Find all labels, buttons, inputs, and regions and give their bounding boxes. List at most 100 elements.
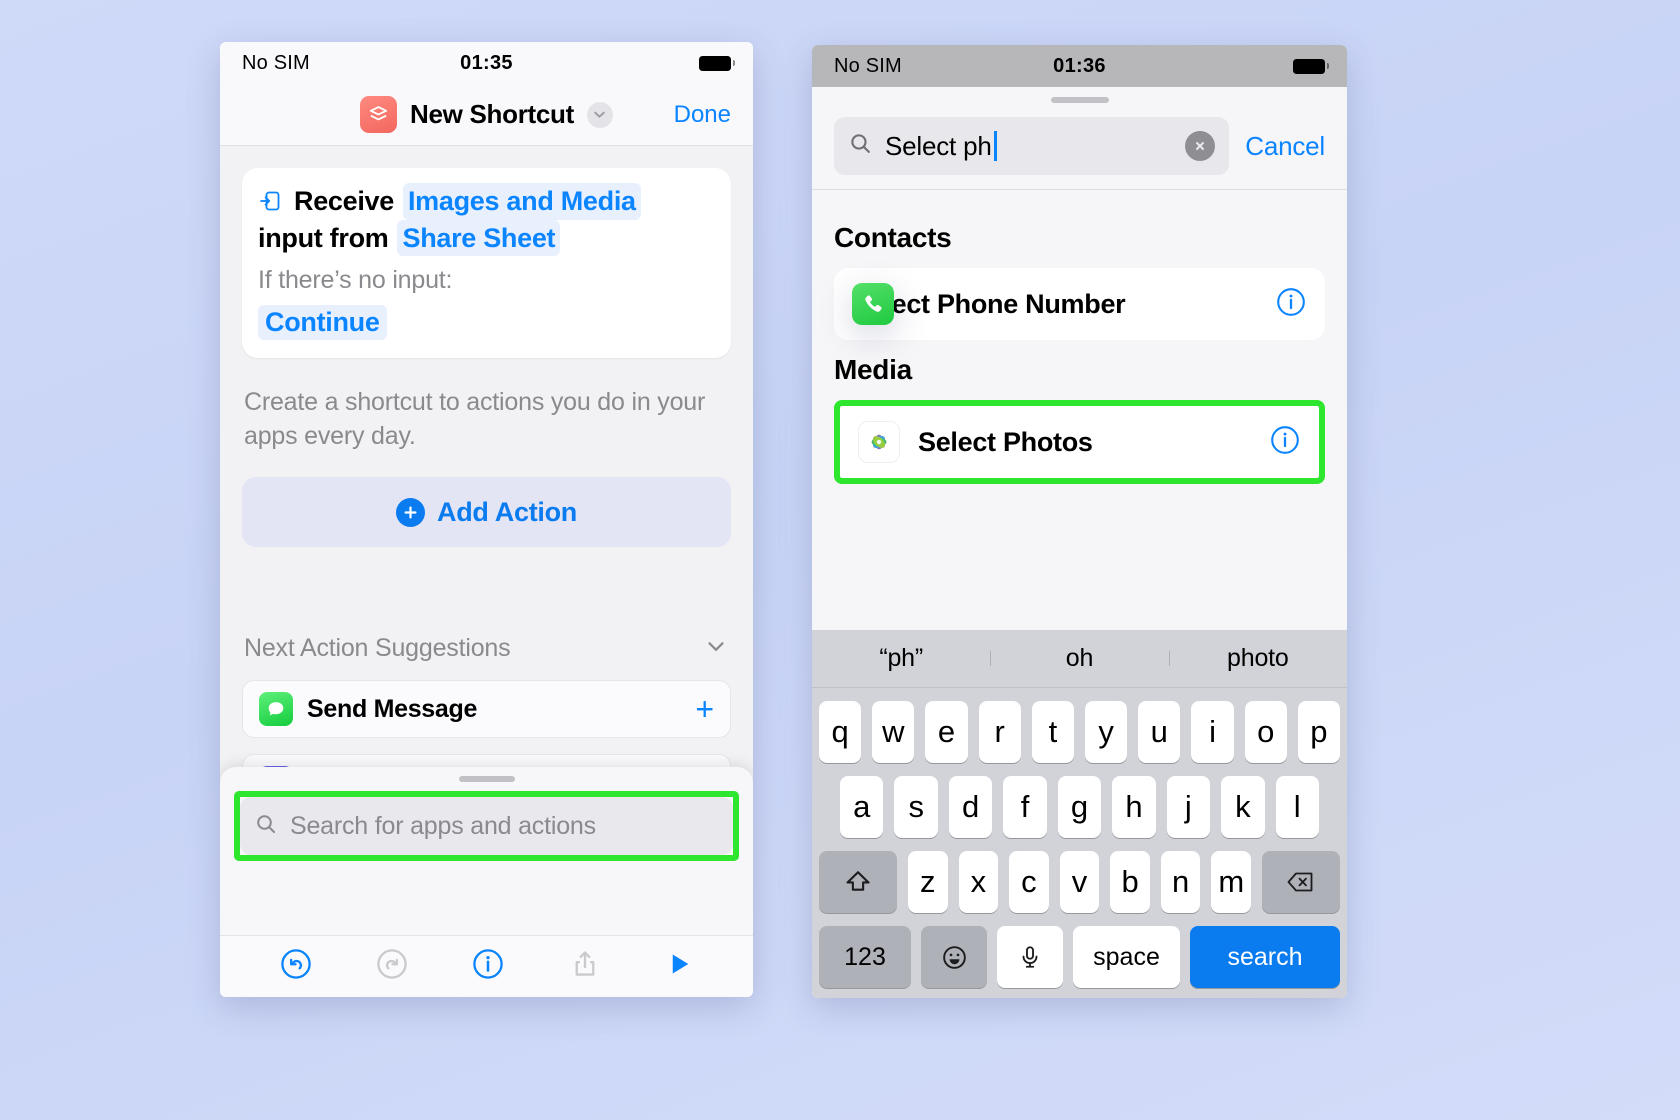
play-icon[interactable]: [664, 949, 694, 984]
key-k[interactable]: k: [1221, 776, 1265, 838]
search-row: Select ph Cancel: [812, 103, 1347, 189]
key-g[interactable]: g: [1057, 776, 1102, 838]
results-section-header-contacts: Contacts: [834, 222, 952, 253]
action-source-token[interactable]: Share Sheet: [397, 219, 561, 257]
keyboard-row-2: a s d f g h j k l: [812, 776, 1347, 838]
keyboard-suggestion-bar: “ph” oh photo: [812, 630, 1347, 688]
results-section-header-media: Media: [834, 354, 912, 385]
chevron-down-icon[interactable]: [586, 101, 613, 128]
phone-app-icon: [852, 283, 894, 325]
key-x[interactable]: x: [958, 851, 999, 913]
key-a[interactable]: a: [840, 776, 884, 838]
key-y[interactable]: y: [1085, 701, 1128, 763]
key-i[interactable]: i: [1191, 701, 1234, 763]
key-n[interactable]: n: [1160, 851, 1201, 913]
status-right-cluster: [699, 55, 735, 71]
share-icon: [568, 947, 602, 986]
done-button[interactable]: Done: [674, 101, 731, 129]
key-o[interactable]: o: [1244, 701, 1287, 763]
search-icon: [254, 812, 278, 841]
key-u[interactable]: u: [1138, 701, 1181, 763]
info-icon[interactable]: [471, 947, 505, 986]
key-w[interactable]: w: [872, 701, 915, 763]
key-e[interactable]: e: [925, 701, 968, 763]
action-verb: Receive: [294, 186, 394, 216]
left-bottom-toolbar: [220, 935, 753, 997]
key-search[interactable]: search: [1190, 926, 1340, 988]
search-results: Contacts Select Phone Number Media Selec…: [812, 190, 1347, 620]
plus-circle-icon: [396, 497, 425, 527]
receive-input-action-card[interactable]: Receive Images and Media input from Shar…: [242, 168, 731, 359]
key-numeric[interactable]: 123: [819, 926, 911, 988]
result-label: Select Photos: [918, 426, 1093, 457]
search-input[interactable]: Search for apps and actions: [240, 797, 733, 855]
undo-icon[interactable]: [279, 947, 313, 986]
shortcuts-app-icon: [360, 96, 398, 133]
text-caret: [993, 131, 997, 161]
microphone-icon[interactable]: [997, 926, 1063, 988]
key-space[interactable]: space: [1073, 926, 1180, 988]
result-row-select-phone-number[interactable]: Select Phone Number: [834, 268, 1325, 340]
key-z[interactable]: z: [907, 851, 948, 913]
suggestion-2[interactable]: photo: [1168, 644, 1347, 673]
key-c[interactable]: c: [1009, 851, 1049, 913]
key-s[interactable]: s: [894, 776, 938, 838]
search-sheet: Select ph Cancel: [812, 87, 1347, 190]
add-action-button[interactable]: Add Action: [242, 477, 731, 548]
battery-full-icon: [699, 55, 735, 71]
search-icon: [848, 131, 873, 161]
suggestion-label: Send Message: [307, 694, 478, 723]
left-scroll-area: Receive Images and Media input from Shar…: [220, 146, 753, 935]
key-f[interactable]: f: [1003, 776, 1047, 838]
info-circle-icon[interactable]: [1269, 424, 1301, 461]
messages-app-icon: [259, 692, 293, 727]
plus-icon[interactable]: +: [695, 693, 714, 725]
battery-full-icon: [1293, 58, 1329, 74]
chevron-down-icon[interactable]: [703, 633, 729, 664]
action-middle-text: input from: [258, 222, 389, 253]
shift-icon[interactable]: [818, 851, 897, 913]
key-r[interactable]: r: [978, 701, 1021, 763]
screenshot-canvas: No SIM 01:35 New Shortcut Done Receive I…: [0, 0, 1680, 1120]
photos-app-icon: [858, 421, 900, 463]
no-input-value-token[interactable]: Continue: [258, 305, 387, 341]
suggestion-1[interactable]: oh: [990, 644, 1168, 673]
next-action-suggestions-header[interactable]: Next Action Suggestions: [244, 633, 729, 664]
search-highlight-box: Search for apps and actions: [234, 791, 739, 861]
key-d[interactable]: d: [948, 776, 993, 838]
backspace-icon[interactable]: [1262, 851, 1341, 913]
right-phone-frame: No SIM 01:36 Select ph Cancel Contacts S…: [812, 45, 1347, 998]
key-m[interactable]: m: [1211, 851, 1252, 913]
key-v[interactable]: v: [1059, 851, 1100, 913]
status-time: 01:36: [1053, 54, 1106, 77]
key-h[interactable]: h: [1112, 776, 1156, 838]
clear-circle-icon[interactable]: [1185, 131, 1216, 161]
suggestion-row-send-message[interactable]: Send Message +: [242, 680, 731, 739]
info-circle-icon[interactable]: [1275, 286, 1307, 323]
keyboard-row-1: q w e r t y u i o p: [812, 701, 1347, 763]
status-right-cluster: [1293, 58, 1329, 74]
key-l[interactable]: l: [1275, 776, 1319, 838]
key-t[interactable]: t: [1031, 701, 1074, 763]
search-input[interactable]: Select ph: [834, 117, 1230, 175]
key-q[interactable]: q: [818, 701, 862, 763]
key-p[interactable]: p: [1297, 701, 1341, 763]
result-row-select-photos[interactable]: Select Photos: [834, 400, 1325, 484]
on-screen-keyboard: “ph” oh photo q w e r t y u i o p a s d …: [812, 630, 1347, 998]
key-b[interactable]: b: [1110, 851, 1150, 913]
key-j[interactable]: j: [1166, 776, 1211, 838]
receive-input-icon: [258, 189, 282, 213]
redo-icon: [375, 947, 409, 986]
no-input-label: If there’s no input:: [258, 266, 453, 295]
emoji-icon[interactable]: [921, 926, 987, 988]
search-placeholder: Search for apps and actions: [290, 811, 596, 840]
suggestions-title: Next Action Suggestions: [244, 634, 511, 663]
right-status-bar: No SIM 01:36: [812, 45, 1347, 87]
keyboard-row-3: z x c v b n m: [812, 851, 1347, 913]
search-value: Select ph: [885, 130, 992, 161]
left-status-bar: No SIM 01:35: [220, 42, 753, 84]
suggestion-0[interactable]: “ph”: [812, 644, 990, 673]
sheet-grabber[interactable]: [458, 776, 515, 782]
cancel-button[interactable]: Cancel: [1245, 131, 1325, 162]
action-input-token[interactable]: Images and Media: [402, 183, 641, 220]
